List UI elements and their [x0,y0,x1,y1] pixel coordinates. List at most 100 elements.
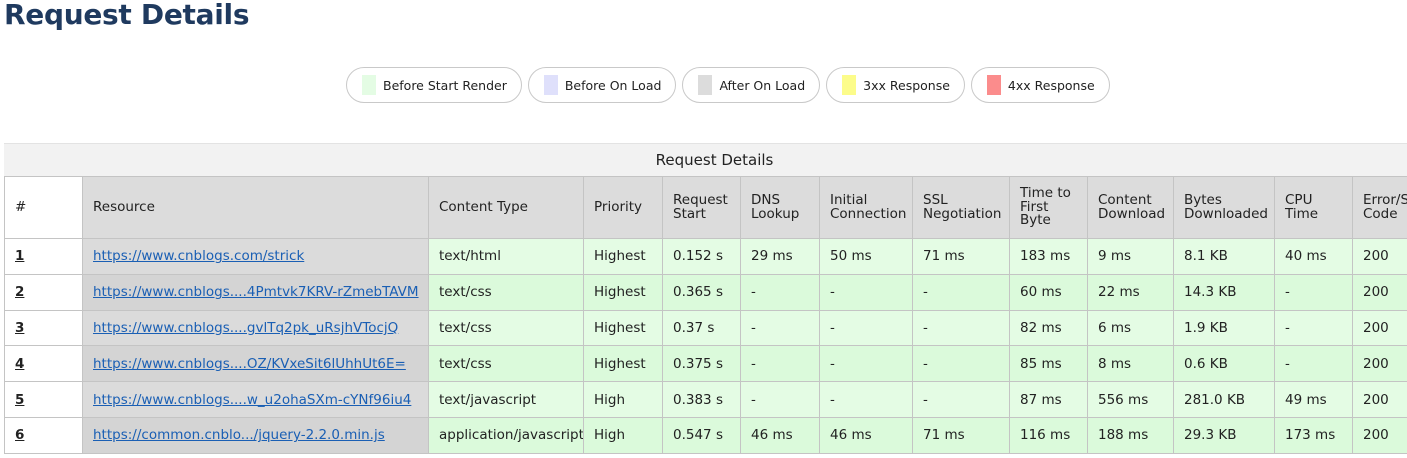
table-header-row: # Resource Content Type Priority Request… [4,176,1407,239]
ssl-negotiation-cell: - [912,309,1010,347]
col-header-error-status-code[interactable]: Error/StatusCode [1352,176,1407,239]
col-header-bytes-downloaded[interactable]: Bytes Downloaded [1173,176,1275,239]
bytes-downloaded-cell: 1.9 KB [1173,309,1275,347]
priority-cell: Highest [583,309,663,347]
content-download-cell: 6 ms [1087,309,1174,347]
initial-connection-cell: - [819,381,913,418]
bytes-downloaded-cell: 0.6 KB [1173,345,1275,383]
content-type-cell: text/html [428,238,584,275]
table-row: 5 https://www.cnblogs....w_u2ohaSXm-cYNf… [4,381,1407,418]
col-header-dns-lookup[interactable]: DNS Lookup [740,176,820,239]
dns-lookup-cell: 46 ms [740,416,820,454]
request-details-table-container[interactable]: Request Details # Resource Content Type … [4,143,1407,458]
ttfb-cell: 87 ms [1009,381,1088,418]
resource-link[interactable]: https://www.cnblogs.com/strick [93,248,304,264]
cpu-time-cell: - [1274,273,1353,311]
col-header-cpu-time[interactable]: CPU Time [1274,176,1353,239]
legend-swatch [842,75,857,95]
legend-item-before-start-render: Before Start Render [346,67,522,103]
legend-label: Before Start Render [383,77,507,93]
content-type-cell: text/css [428,309,584,347]
content-download-cell: 8 ms [1087,345,1174,383]
bytes-downloaded-cell: 29.3 KB [1173,416,1275,454]
cpu-time-cell: 173 ms [1274,416,1353,454]
legend-item-before-on-load: Before On Load [527,67,677,103]
initial-connection-cell: - [819,273,913,311]
dns-lookup-cell: - [740,345,820,383]
col-header-resource[interactable]: Resource [82,176,429,239]
status-code-cell: 200 [1352,309,1407,347]
ssl-negotiation-cell: 71 ms [912,238,1010,275]
legend-label: 4xx Response [1007,77,1095,93]
content-type-cell: application/javascript [428,416,584,454]
legend-label: 3xx Response [863,77,950,93]
table-caption: Request Details [4,143,1407,176]
resource-link[interactable]: https://www.cnblogs....w_u2ohaSXm-cYNf96… [93,392,411,408]
content-download-cell: 22 ms [1087,273,1174,311]
header-label: Priority [594,198,643,215]
resource-cell: https://www.cnblogs....gvlTq2pk_uRsjhVTo… [82,309,429,347]
legend-item-after-on-load: After On Load [682,67,821,103]
ttfb-cell: 116 ms [1009,416,1088,454]
resource-link[interactable]: https://common.cnblo.../jquery-2.2.0.min… [93,427,385,443]
col-header-content-download[interactable]: Content Download [1087,176,1174,239]
table-row: 4 https://www.cnblogs....OZ/KVxeSit6lUhh… [4,345,1407,383]
ttfb-cell: 60 ms [1009,273,1088,311]
dns-lookup-cell: - [740,273,820,311]
header-label: Connection [830,205,907,222]
col-header-ssl-negotiation[interactable]: SSL Negotiation [912,176,1010,239]
table-row: 6 https://common.cnblo.../jquery-2.2.0.m… [4,416,1407,454]
status-code-cell: 200 [1352,238,1407,275]
col-header-initial-connection[interactable]: Initial Connection [819,176,913,239]
header-label: Lookup [751,205,800,222]
request-start-cell: 0.547 s [662,416,741,454]
col-header-priority[interactable]: Priority [583,176,663,239]
resource-cell: https://www.cnblogs.com/strick [82,238,429,275]
col-header-content-type[interactable]: Content Type [428,176,584,239]
content-download-cell: 9 ms [1087,238,1174,275]
resource-cell: https://common.cnblo.../jquery-2.2.0.min… [82,416,429,454]
request-start-cell: 0.152 s [662,238,741,275]
header-label: Negotiation [923,205,1002,222]
resource-link[interactable]: https://www.cnblogs....OZ/KVxeSit6lUhhUt… [93,356,406,372]
initial-connection-cell: - [819,309,913,347]
ssl-negotiation-cell: 71 ms [912,416,1010,454]
col-header-num[interactable]: # [4,176,83,239]
initial-connection-cell: 46 ms [819,416,913,454]
col-header-request-start[interactable]: Request Start [662,176,741,239]
resource-link[interactable]: https://www.cnblogs....gvlTq2pk_uRsjhVTo… [93,320,398,336]
col-header-ttfb[interactable]: Time to First Byte [1009,176,1088,239]
status-code-cell: 200 [1352,416,1407,454]
header-label: Byte [1020,212,1051,229]
row-number-link[interactable]: 3 [15,320,24,336]
header-label: Downloaded [1184,205,1268,222]
content-download-cell: 556 ms [1087,381,1174,418]
bytes-downloaded-cell: 8.1 KB [1173,238,1275,275]
content-type-cell: text/css [428,273,584,311]
content-type-cell: text/javascript [428,381,584,418]
row-number-link[interactable]: 4 [15,356,24,372]
dns-lookup-cell: 29 ms [740,238,820,275]
request-start-cell: 0.383 s [662,381,741,418]
row-number-cell: 5 [4,381,83,418]
row-number-link[interactable]: 1 [15,248,24,264]
header-label: Start [673,205,706,222]
cpu-time-cell: 49 ms [1274,381,1353,418]
resource-cell: https://www.cnblogs....4Pmtvk7KRV-rZmebT… [82,273,429,311]
legend-item-4xx-response: 4xx Response [970,67,1110,103]
cpu-time-cell: 40 ms [1274,238,1353,275]
ttfb-cell: 183 ms [1009,238,1088,275]
row-number-link[interactable]: 6 [15,427,24,443]
bytes-downloaded-cell: 14.3 KB [1173,273,1275,311]
legend-swatch [543,75,558,95]
page-title: Request Details [4,0,250,31]
row-number-cell: 3 [4,309,83,347]
row-number-link[interactable]: 2 [15,284,24,300]
content-download-cell: 188 ms [1087,416,1174,454]
row-number-link[interactable]: 5 [15,392,24,408]
request-start-cell: 0.375 s [662,345,741,383]
legend-label: Before On Load [564,77,662,93]
resource-link[interactable]: https://www.cnblogs....4Pmtvk7KRV-rZmebT… [93,284,419,300]
legend-swatch [986,75,1001,95]
table-row: 2 https://www.cnblogs....4Pmtvk7KRV-rZme… [4,273,1407,311]
